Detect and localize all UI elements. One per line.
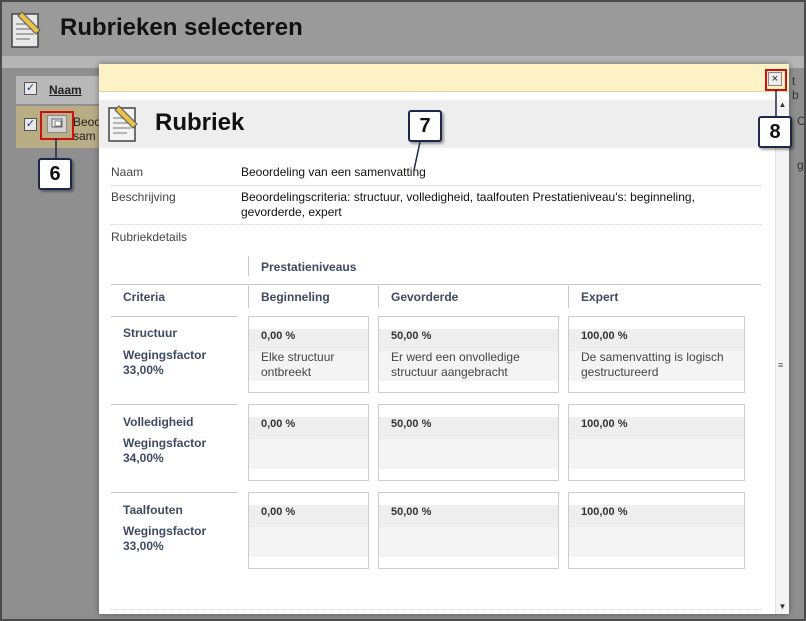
criterion-name-structuur: Structuur [123, 326, 177, 340]
criterion-divider [111, 404, 238, 405]
cell-description: Er werd een onvolledige structuur aangeb… [391, 350, 520, 379]
cell-band [569, 527, 744, 557]
criterion-weight-label: Wegingsfactor [123, 436, 207, 450]
criterion-weight-label: Wegingsfactor [123, 524, 207, 538]
naam-label: Naam [111, 165, 144, 179]
modal-title: Rubriek [155, 109, 245, 136]
rubric-cell: 100,00 % [568, 404, 745, 481]
rubric-cell: 50,00 % [378, 404, 559, 481]
callout-pointer-8 [775, 90, 777, 116]
cell-percentage: 100,00 % [581, 506, 628, 518]
cell-description: Elke structuur ontbreekt [261, 350, 335, 379]
cell-band [569, 439, 744, 469]
rubric-cell: 100,00 % De samenvatting is logisch gest… [568, 316, 745, 393]
cell-percentage: 0,00 % [261, 330, 296, 342]
modal-topbar [99, 64, 789, 92]
criterion-weight-value: 34,00% [123, 451, 164, 465]
callout-highlight-8 [765, 69, 787, 91]
document-pencil-icon [11, 11, 41, 48]
rubric-cell: 0,00 % Elke structuur ontbreekt [248, 316, 369, 393]
screenshot-frame: Rubrieken selecteren ✓ Naam ✓ Beoord sam… [0, 0, 806, 621]
rubric-cell: 0,00 % [248, 404, 369, 481]
callout-label-8: 8 [758, 116, 792, 148]
page-title: Rubrieken selecteren [60, 14, 303, 41]
background-fragment-3: g [797, 158, 804, 172]
grid-divider [568, 286, 569, 308]
callout-label-7: 7 [408, 110, 442, 142]
column-header-naam[interactable]: Naam [49, 83, 82, 97]
cell-percentage: 50,00 % [391, 418, 432, 430]
grid-divider [248, 286, 249, 308]
criterion-weight-value: 33,00% [123, 539, 164, 553]
rubric-cell: 100,00 % [568, 492, 745, 569]
cell-percentage: 50,00 % [391, 506, 432, 518]
cell-percentage: 100,00 % [581, 330, 628, 342]
cell-percentage: 100,00 % [581, 418, 628, 430]
cell-band [379, 439, 558, 469]
naam-value: Beoordeling van een samenvatting [241, 165, 426, 179]
criterion-divider [111, 492, 238, 493]
criterion-divider [111, 316, 238, 317]
cell-description: De samenvatting is logisch gestructureer… [581, 350, 724, 379]
cell-band [249, 439, 368, 469]
rubric-modal: × Rubriek Naam Beoordeling van een samen… [99, 64, 789, 614]
cell-percentage: 0,00 % [261, 506, 296, 518]
level-header-beginneling: Beginneling [261, 290, 330, 304]
rubric-cell: 50,00 % Er werd een onvolledige structuu… [378, 316, 559, 393]
criterion-name-taalfouten: Taalfouten [123, 503, 183, 517]
cell-band [379, 527, 558, 557]
criterion-weight-value: 33,00% [123, 363, 164, 377]
callout-label-6: 6 [38, 158, 72, 190]
criterion-weight-label: Wegingsfactor [123, 348, 207, 362]
background-fragment-2: C [797, 114, 806, 128]
rubriekdetails-label: Rubriekdetails [111, 230, 188, 244]
criterion-name-volledigheid: Volledigheid [123, 415, 194, 429]
callout-pointer-7 [413, 142, 421, 171]
background-fragment-1: t b [792, 74, 799, 102]
levels-header: Prestatieniveaus [261, 260, 357, 274]
modal-bottom-separator [111, 609, 761, 610]
cell-band [249, 527, 368, 557]
grid-divider [111, 284, 761, 285]
criteria-header: Criteria [123, 290, 166, 304]
scroll-grip-icon[interactable]: ≡ [778, 361, 787, 373]
separator [111, 224, 761, 225]
scroll-down-arrow-icon[interactable]: ▼ [776, 602, 789, 614]
level-header-expert: Expert [581, 290, 619, 304]
grid-divider [248, 256, 249, 276]
document-pencil-icon [108, 105, 138, 142]
modal-scrollbar[interactable]: ▲ ≡ ▼ [775, 100, 789, 614]
separator [111, 185, 761, 186]
row-checkbox[interactable]: ✓ [24, 118, 37, 131]
callout-pointer-6 [55, 138, 57, 158]
beschrijving-value: Beoordelingscriteria: structuur, volledi… [241, 190, 695, 219]
cell-percentage: 50,00 % [391, 330, 432, 342]
grid-divider [378, 286, 379, 308]
rubric-cell: 50,00 % [378, 492, 559, 569]
select-all-checkbox[interactable]: ✓ [24, 82, 37, 95]
rubric-cell: 0,00 % [248, 492, 369, 569]
level-header-gevorderde: Gevorderde [391, 290, 459, 304]
cell-percentage: 0,00 % [261, 418, 296, 430]
beschrijving-label: Beschrijving [111, 190, 176, 204]
